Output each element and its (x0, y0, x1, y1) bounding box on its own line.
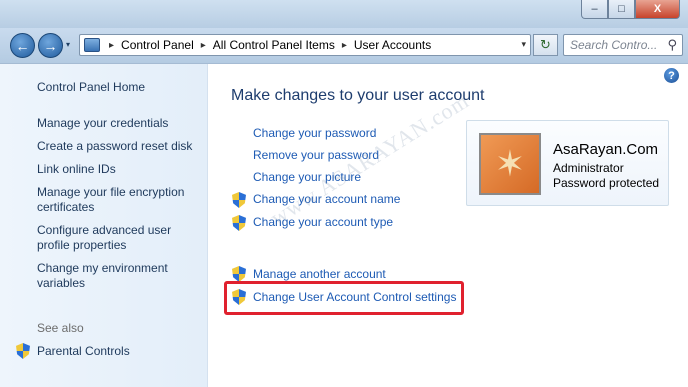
sidebar-item-parental-controls[interactable]: Parental Controls (37, 344, 130, 359)
sidebar-item-manage-credentials[interactable]: Manage your credentials (37, 116, 168, 131)
breadcrumb-control-panel[interactable]: Control Panel (121, 38, 194, 52)
sidebar-item-advanced-profile[interactable]: Configure advanced user profile properti… (37, 223, 187, 253)
avatar: ✶ (479, 133, 541, 195)
recent-pages-dropdown[interactable]: ▾ (66, 40, 70, 49)
content-area: Control Panel Home Manage your credentia… (0, 63, 688, 387)
address-bar[interactable]: ▸ Control Panel ▸ All Control Panel Item… (79, 34, 531, 56)
minimize-button[interactable]: – (581, 0, 608, 19)
starfish-icon: ✶ (494, 143, 526, 184)
user-role: Administrator (553, 161, 624, 175)
control-panel-icon (84, 38, 100, 52)
see-also-heading: See also (37, 321, 84, 335)
sidebar: Control Panel Home Manage your credentia… (0, 64, 208, 387)
shield-icon (232, 266, 246, 282)
sidebar-item-password-reset-disk[interactable]: Create a password reset disk (37, 139, 192, 154)
breadcrumb-separator[interactable]: ▸ (109, 40, 114, 51)
back-button[interactable]: ← (10, 33, 35, 58)
window-titlebar: – □ X (0, 0, 688, 28)
forward-button[interactable]: → (38, 33, 63, 58)
breadcrumb-all-items[interactable]: All Control Panel Items (213, 38, 335, 52)
maximize-button[interactable]: □ (608, 0, 635, 19)
search-placeholder: Search Contro... (570, 38, 658, 52)
sidebar-item-control-panel-home[interactable]: Control Panel Home (37, 80, 145, 95)
shield-icon (232, 192, 246, 208)
close-button[interactable]: X (635, 0, 680, 19)
shield-icon (16, 343, 30, 359)
highlight-box (224, 281, 464, 315)
search-input[interactable]: Search Contro... ⚲ (563, 34, 683, 56)
sidebar-item-environment-variables[interactable]: Change my environment variables (37, 261, 187, 291)
task-manage-another-account[interactable]: Manage another account (253, 267, 386, 281)
window-controls: – □ X (581, 0, 680, 19)
address-dropdown-icon[interactable]: ▾ (521, 39, 526, 50)
breadcrumb-user-accounts[interactable]: User Accounts (354, 38, 431, 52)
user-account-card: ✶ AsaRayan.Com Administrator Password pr… (466, 120, 669, 206)
breadcrumb-separator[interactable]: ▸ (342, 40, 347, 51)
shield-icon (232, 215, 246, 231)
breadcrumb-separator[interactable]: ▸ (201, 40, 206, 51)
search-icon[interactable]: ⚲ (667, 37, 677, 53)
refresh-button[interactable]: ↻ (533, 34, 558, 56)
user-status: Password protected (553, 176, 660, 190)
navigation-bar: ← → ▾ ▸ Control Panel ▸ All Control Pane… (0, 28, 688, 63)
sidebar-item-file-encryption[interactable]: Manage your file encryption certificates (37, 185, 187, 215)
help-icon[interactable]: ? (664, 68, 679, 83)
user-name: AsaRayan.Com (553, 141, 659, 158)
task-change-password[interactable]: Change your password (253, 126, 376, 140)
sidebar-item-link-online-ids[interactable]: Link online IDs (37, 162, 116, 177)
